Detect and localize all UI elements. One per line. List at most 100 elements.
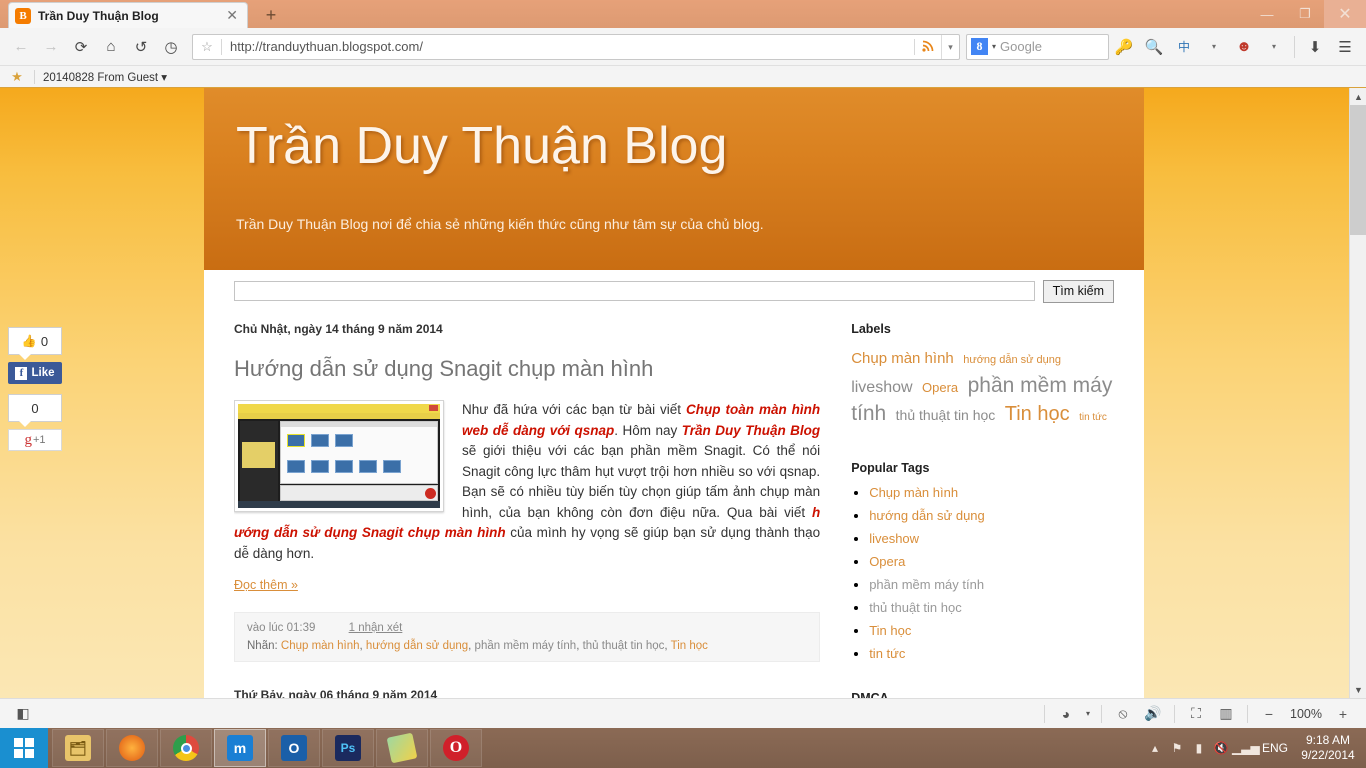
scroll-down-icon[interactable]: ▼ bbox=[1350, 681, 1366, 698]
taskbar-item-notes[interactable] bbox=[376, 729, 428, 767]
popular-tag-link[interactable]: Tin học bbox=[869, 623, 911, 638]
thumb-tile bbox=[311, 460, 329, 473]
popular-tag-link[interactable]: tin tức bbox=[869, 646, 905, 661]
avatar-dropdown-icon[interactable]: ▾ bbox=[1259, 33, 1289, 61]
scroll-up-icon[interactable]: ▲ bbox=[1350, 88, 1366, 105]
facebook-like-button[interactable]: f Like bbox=[8, 362, 62, 384]
minimize-button[interactable]: — bbox=[1248, 0, 1286, 28]
avatar-icon[interactable]: ☻ bbox=[1229, 33, 1259, 61]
shield-icon[interactable]: ◕ bbox=[1051, 702, 1081, 726]
split-screen-icon[interactable]: ▥ bbox=[1211, 702, 1241, 726]
popular-tag-link[interactable]: Opera bbox=[869, 554, 905, 569]
bookmark-item[interactable]: 20140828 From Guest ▾ bbox=[43, 70, 167, 84]
post-link-inline[interactable]: Trần Duy Thuận Blog bbox=[682, 423, 820, 438]
popular-tag-link[interactable]: hướng dẫn sử dụng bbox=[869, 508, 985, 523]
tag-cloud-item[interactable]: Tin học bbox=[1005, 403, 1070, 425]
menu-icon[interactable]: ☰ bbox=[1330, 33, 1360, 61]
post-label[interactable]: phần mềm máy tính bbox=[475, 640, 577, 652]
blog-title[interactable]: Trần Duy Thuận Blog bbox=[236, 116, 727, 176]
tag-cloud-item[interactable]: thủ thuật tin học bbox=[896, 407, 996, 423]
post-text-part: . Hôm nay bbox=[614, 422, 682, 438]
post-label[interactable]: thủ thuật tin học bbox=[583, 640, 665, 652]
vertical-scrollbar[interactable]: ▲ ▼ bbox=[1349, 88, 1366, 698]
read-more-link[interactable]: Đọc thêm » bbox=[234, 578, 298, 592]
network-icon[interactable]: ▁▃▅ bbox=[1232, 741, 1260, 755]
tag-cloud-item[interactable]: Opera bbox=[922, 380, 958, 395]
home-icon[interactable]: ⌂ bbox=[96, 33, 126, 61]
post-label[interactable]: hướng dẫn sử dụng bbox=[366, 640, 468, 652]
tray-expand-icon[interactable]: ▴ bbox=[1144, 741, 1166, 755]
popular-tag-link[interactable]: liveshow bbox=[869, 531, 919, 546]
taskbar-item-opera[interactable]: O bbox=[430, 729, 482, 767]
taskbar-item-outlook[interactable]: O bbox=[268, 729, 320, 767]
opera-icon: O bbox=[443, 735, 469, 761]
bookmark-star-icon[interactable]: ★ bbox=[8, 69, 26, 85]
volume-icon[interactable]: 🔊 bbox=[1138, 702, 1168, 726]
zoom-out-button[interactable]: − bbox=[1254, 702, 1284, 726]
history-icon[interactable]: ◷ bbox=[156, 33, 186, 61]
clock[interactable]: 9:18 AM 9/22/2014 bbox=[1296, 733, 1360, 763]
action-flag-icon[interactable]: ⚑ bbox=[1166, 741, 1188, 755]
browser-tab[interactable]: B Trần Duy Thuận Blog ✕ bbox=[8, 2, 248, 28]
taskbar-item-file-explorer[interactable]: 🗂 bbox=[52, 729, 104, 767]
google-plus-one-button[interactable]: g +1 bbox=[8, 429, 62, 451]
blogger-favicon-icon: B bbox=[15, 7, 31, 24]
rss-icon[interactable] bbox=[915, 39, 941, 55]
tag-cloud-item[interactable]: Chụp màn hình bbox=[851, 350, 954, 367]
google-plus-count-box[interactable]: 0 bbox=[8, 394, 62, 427]
translate-dropdown-icon[interactable]: ▾ bbox=[1199, 33, 1229, 61]
post-label[interactable]: Tin học bbox=[671, 640, 708, 652]
tag-cloud-item[interactable]: hướng dẫn sử dụng bbox=[963, 354, 1061, 366]
list-item: tin tức bbox=[869, 646, 1114, 661]
close-window-button[interactable]: ✕ bbox=[1324, 0, 1366, 28]
battery-icon[interactable]: ▮ bbox=[1188, 741, 1210, 755]
magic-fill-icon[interactable]: 🔍 bbox=[1139, 33, 1169, 61]
new-tab-button[interactable]: + bbox=[254, 4, 288, 26]
taskbar-item-firefox[interactable] bbox=[106, 729, 158, 767]
restore-button[interactable]: ❐ bbox=[1286, 0, 1324, 28]
page-viewport: 👍 0 f Like 0 g +1 Trần Duy Thuận Blog Tr… bbox=[0, 88, 1366, 698]
blog-search-input[interactable] bbox=[234, 281, 1035, 301]
post-label[interactable]: Chụp màn hình bbox=[281, 640, 360, 652]
tag-cloud-item[interactable]: tin tức bbox=[1079, 412, 1107, 423]
taskbar-item-maxthon[interactable]: m bbox=[214, 729, 266, 767]
url-dropdown-icon[interactable]: ▾ bbox=[941, 34, 959, 59]
forward-icon[interactable]: → bbox=[36, 33, 66, 61]
browser-window: B Trần Duy Thuận Blog ✕ + — ❐ ✕ ← → ⟳ ⌂ … bbox=[0, 0, 1366, 728]
search-box[interactable]: 8 ▾ Google bbox=[966, 33, 1109, 60]
facebook-share-count-box[interactable]: 👍 0 bbox=[8, 327, 62, 360]
volume-muted-icon[interactable]: 🔇 bbox=[1210, 741, 1232, 755]
download-icon[interactable]: ⬇ bbox=[1300, 33, 1330, 61]
tag-cloud-item[interactable]: liveshow bbox=[851, 379, 912, 396]
key-icon[interactable]: 🔑 bbox=[1109, 33, 1139, 61]
search-engine-dropdown-icon[interactable]: ▾ bbox=[992, 42, 996, 51]
translate-icon[interactable]: 中 bbox=[1169, 33, 1199, 61]
tab-close-icon[interactable]: ✕ bbox=[223, 7, 241, 24]
undo-icon[interactable]: ↺ bbox=[126, 33, 156, 61]
bookmark-star-icon[interactable]: ☆ bbox=[193, 39, 221, 55]
taskbar-item-photoshop[interactable]: Ps bbox=[322, 729, 374, 767]
file-explorer-icon: 🗂 bbox=[65, 735, 91, 761]
popular-tag-link[interactable]: thủ thuật tin học bbox=[869, 600, 962, 615]
address-bar[interactable]: ☆ http://tranduythuan.blogspot.com/ ▾ bbox=[192, 33, 960, 60]
tab-title: Trần Duy Thuận Blog bbox=[38, 8, 159, 23]
post-thumbnail[interactable] bbox=[234, 400, 444, 512]
back-icon[interactable]: ← bbox=[6, 33, 36, 61]
split-view-left-icon[interactable]: ◧ bbox=[8, 702, 38, 726]
block-images-icon[interactable]: ⦸ bbox=[1108, 702, 1138, 726]
language-indicator[interactable]: ENG bbox=[1262, 741, 1288, 755]
reload-icon[interactable]: ⟳ bbox=[66, 33, 96, 61]
zoom-in-button[interactable]: + bbox=[1328, 702, 1358, 726]
shield-dropdown-icon[interactable]: ▾ bbox=[1081, 702, 1095, 726]
post-title[interactable]: Hướng dẫn sử dụng Snagit chụp màn hình bbox=[234, 356, 820, 382]
blog-content: Trần Duy Thuận Blog Trần Duy Thuận Blog … bbox=[204, 88, 1144, 698]
popular-tag-link[interactable]: Chụp màn hình bbox=[869, 485, 958, 500]
windows-logo-icon bbox=[14, 738, 34, 758]
scrollbar-thumb[interactable] bbox=[1350, 105, 1366, 235]
post-comments-link[interactable]: 1 nhận xét bbox=[349, 622, 403, 634]
fullscreen-icon[interactable]: ⛶ bbox=[1181, 702, 1211, 726]
taskbar-item-chrome[interactable] bbox=[160, 729, 212, 767]
start-button[interactable] bbox=[0, 728, 48, 768]
popular-tag-link[interactable]: phần mềm máy tính bbox=[869, 577, 984, 592]
blog-search-button[interactable]: Tìm kiếm bbox=[1042, 279, 1114, 303]
